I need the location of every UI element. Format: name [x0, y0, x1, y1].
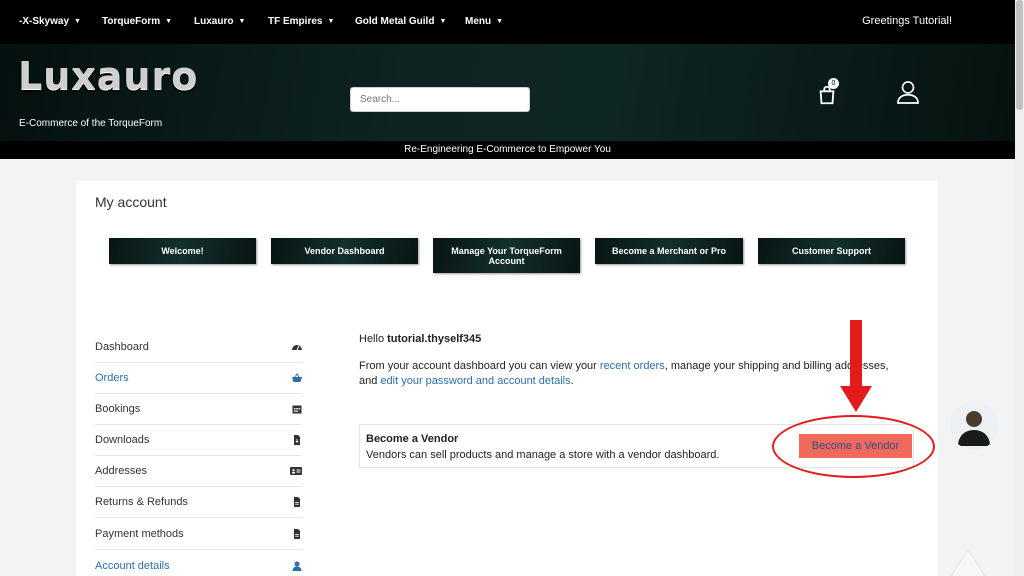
nav-item-torqueform[interactable]: TorqueForm ▼	[102, 16, 172, 27]
username: tutorial.thyself345	[387, 333, 482, 345]
header-banner: Luxauro E-Commerce of the TorqueForm 0	[0, 44, 1015, 141]
highlight-circle	[772, 415, 935, 478]
recent-orders-link[interactable]: recent orders	[600, 360, 665, 372]
file-download-icon	[294, 435, 300, 445]
site-tagline: E-Commerce of the TorqueForm	[19, 118, 163, 129]
dashboard-intro-text: From your account dashboard you can view…	[359, 360, 889, 387]
scroll-top-icon[interactable]	[948, 548, 988, 576]
avatar-person-icon	[958, 411, 990, 446]
sidebar-item-addresses[interactable]: Addresses	[95, 456, 302, 487]
sidebar-item-payment-methods[interactable]: Payment methods	[95, 519, 302, 550]
gauge-icon	[292, 345, 302, 351]
vendor-panel-description: Vendors can sell products and manage a s…	[366, 449, 720, 461]
greeting-text: Greetings Tutorial!	[862, 15, 952, 27]
tab-vendor-dashboard[interactable]: Vendor Dashboard	[271, 238, 418, 264]
sidebar-item-returns-refunds[interactable]: Returns & Refunds	[95, 487, 302, 518]
red-arrow-icon	[840, 320, 872, 412]
address-card-icon	[290, 467, 302, 475]
file-icon	[294, 497, 300, 507]
site-logo[interactable]: Luxauro	[18, 54, 198, 98]
slogan-bar: Re-Engineering E-Commerce to Empower You	[0, 141, 1015, 159]
top-navigation: -X-Skyway ▼ TorqueForm ▼ Luxauro ▼ TF Empir…	[0, 0, 1015, 44]
edit-account-link[interactable]: edit your password and account details	[380, 375, 570, 387]
vendor-panel-title: Become a Vendor	[366, 433, 459, 445]
tab-welcome[interactable]: Welcome!	[109, 238, 256, 264]
chat-assistant-avatar[interactable]	[950, 402, 998, 450]
file-icon	[294, 529, 300, 539]
sidebar-item-bookings[interactable]: Bookings	[95, 394, 302, 425]
chevron-down-icon: ▼	[327, 18, 335, 25]
sidebar-item-downloads[interactable]: Downloads	[95, 425, 302, 456]
calendar-icon	[292, 405, 302, 414]
nav-item-x-skyway[interactable]: -X-Skyway ▼	[19, 16, 81, 27]
cart-count-badge: 0	[828, 78, 839, 89]
user-account-icon[interactable]	[897, 80, 919, 104]
chevron-down-icon: ▼	[439, 18, 447, 25]
chevron-down-icon: ▼	[74, 18, 81, 25]
chevron-down-icon: ▼	[496, 18, 504, 25]
page-title: My account	[95, 194, 167, 210]
sidebar-item-account-details[interactable]: Account details	[95, 550, 302, 576]
sidebar-item-dashboard[interactable]: Dashboard	[95, 332, 302, 363]
nav-item-luxauro[interactable]: Luxauro ▼	[194, 16, 245, 27]
nav-item-tf-empires[interactable]: TF Empires ▼	[268, 16, 334, 27]
sidebar-item-orders[interactable]: Orders	[95, 363, 302, 394]
tab-customer-support[interactable]: Customer Support	[758, 238, 905, 264]
tab-manage-account[interactable]: Manage Your TorqueForm Account	[433, 238, 580, 273]
page-scrollbar[interactable]	[1015, 0, 1024, 576]
nav-item-menu[interactable]: Menu ▼	[465, 16, 503, 27]
tab-become-merchant[interactable]: Become a Merchant or Pro	[595, 238, 743, 264]
chevron-down-icon: ▼	[165, 18, 173, 25]
user-icon	[292, 561, 302, 571]
search-input[interactable]	[350, 87, 530, 112]
nav-item-gold-metal-guild[interactable]: Gold Metal Guild ▼	[355, 16, 446, 27]
hello-greeting: Hello tutorial.thyself345	[359, 333, 482, 345]
chevron-down-icon: ▼	[238, 18, 246, 25]
scrollbar-thumb[interactable]	[1016, 0, 1023, 110]
basket-icon	[292, 373, 302, 382]
